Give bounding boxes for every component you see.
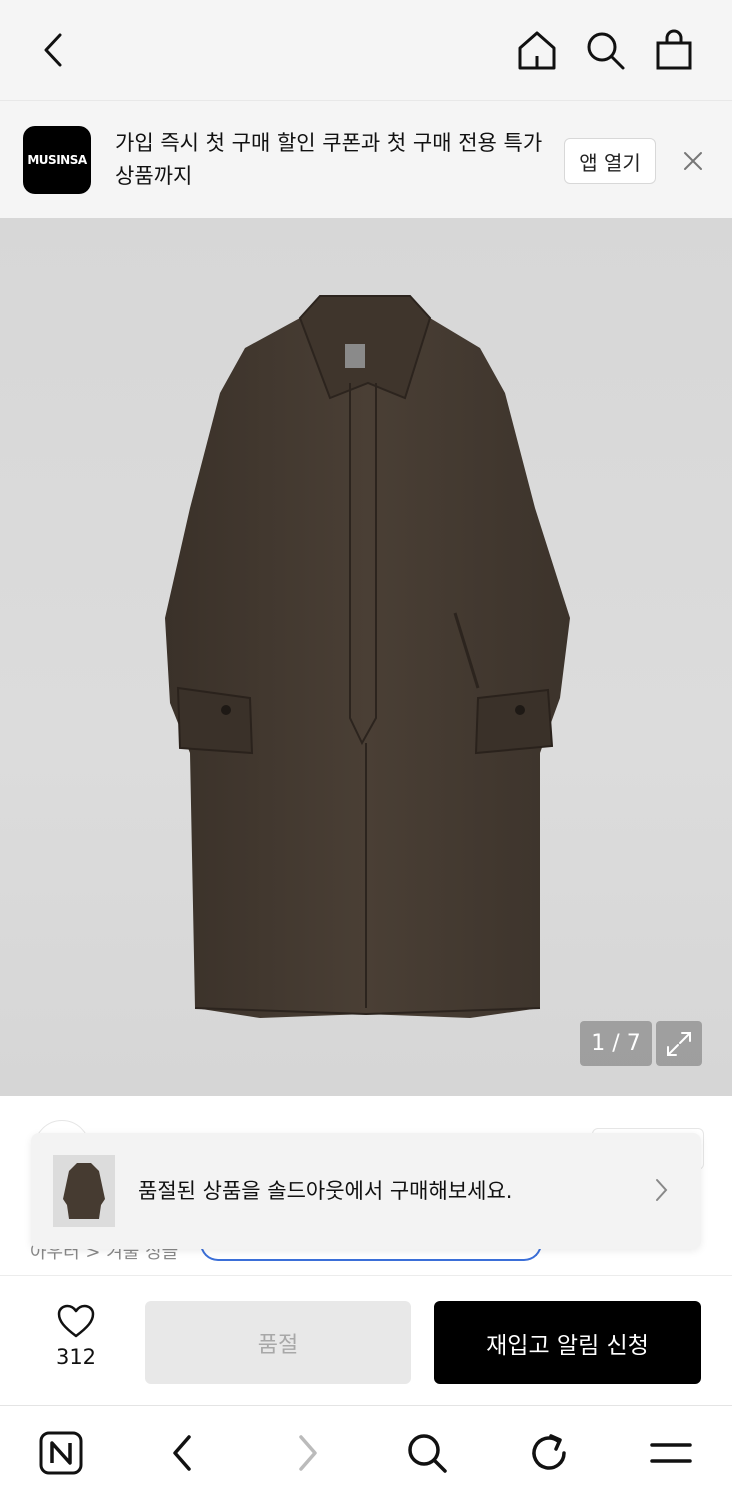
- back-icon[interactable]: [30, 26, 78, 74]
- forward-icon: [282, 1428, 332, 1478]
- search-icon[interactable]: [581, 26, 629, 74]
- soldout-toast[interactable]: 품절된 상품을 솔드아웃에서 구매해보세요.: [31, 1133, 701, 1249]
- purchase-action-bar: 312 품절 재입고 알림 신청: [0, 1275, 732, 1406]
- chevron-right-icon: [651, 1175, 671, 1209]
- shopping-bag-icon[interactable]: [650, 26, 698, 74]
- coat-illustration: [165, 295, 570, 1018]
- like-button[interactable]: 312: [45, 1303, 107, 1383]
- menu-icon[interactable]: [646, 1428, 696, 1478]
- product-image[interactable]: [0, 218, 732, 1096]
- open-app-button[interactable]: 앱 열기: [564, 138, 656, 184]
- browser-toolbar: [0, 1405, 732, 1501]
- promo-message: 가입 즉시 첫 구매 할인 쿠폰과 첫 구매 전용 특가 상품까지: [115, 131, 543, 188]
- top-navigation-bar: [0, 0, 732, 100]
- expand-icon[interactable]: [656, 1021, 702, 1066]
- search-icon[interactable]: [402, 1428, 452, 1478]
- heart-icon: [57, 1304, 95, 1338]
- back-icon[interactable]: [158, 1428, 208, 1478]
- toast-message: 품절된 상품을 솔드아웃에서 구매해보세요.: [138, 1179, 513, 1203]
- refresh-icon[interactable]: [524, 1428, 574, 1478]
- naver-icon[interactable]: [36, 1428, 86, 1478]
- musinsa-logo: MUSINSA: [23, 126, 91, 194]
- home-icon[interactable]: [513, 26, 561, 74]
- toast-thumbnail: [53, 1155, 115, 1227]
- app-promo-banner: MUSINSA 가입 즉시 첫 구매 할인 쿠폰과 첫 구매 전용 특가 상품까…: [0, 100, 732, 219]
- restock-alert-button[interactable]: 재입고 알림 신청: [434, 1301, 701, 1384]
- like-count: 312: [55, 1345, 97, 1369]
- close-icon[interactable]: [678, 146, 708, 176]
- soldout-button: 품절: [145, 1301, 411, 1384]
- image-counter: 1 / 7: [580, 1021, 652, 1066]
